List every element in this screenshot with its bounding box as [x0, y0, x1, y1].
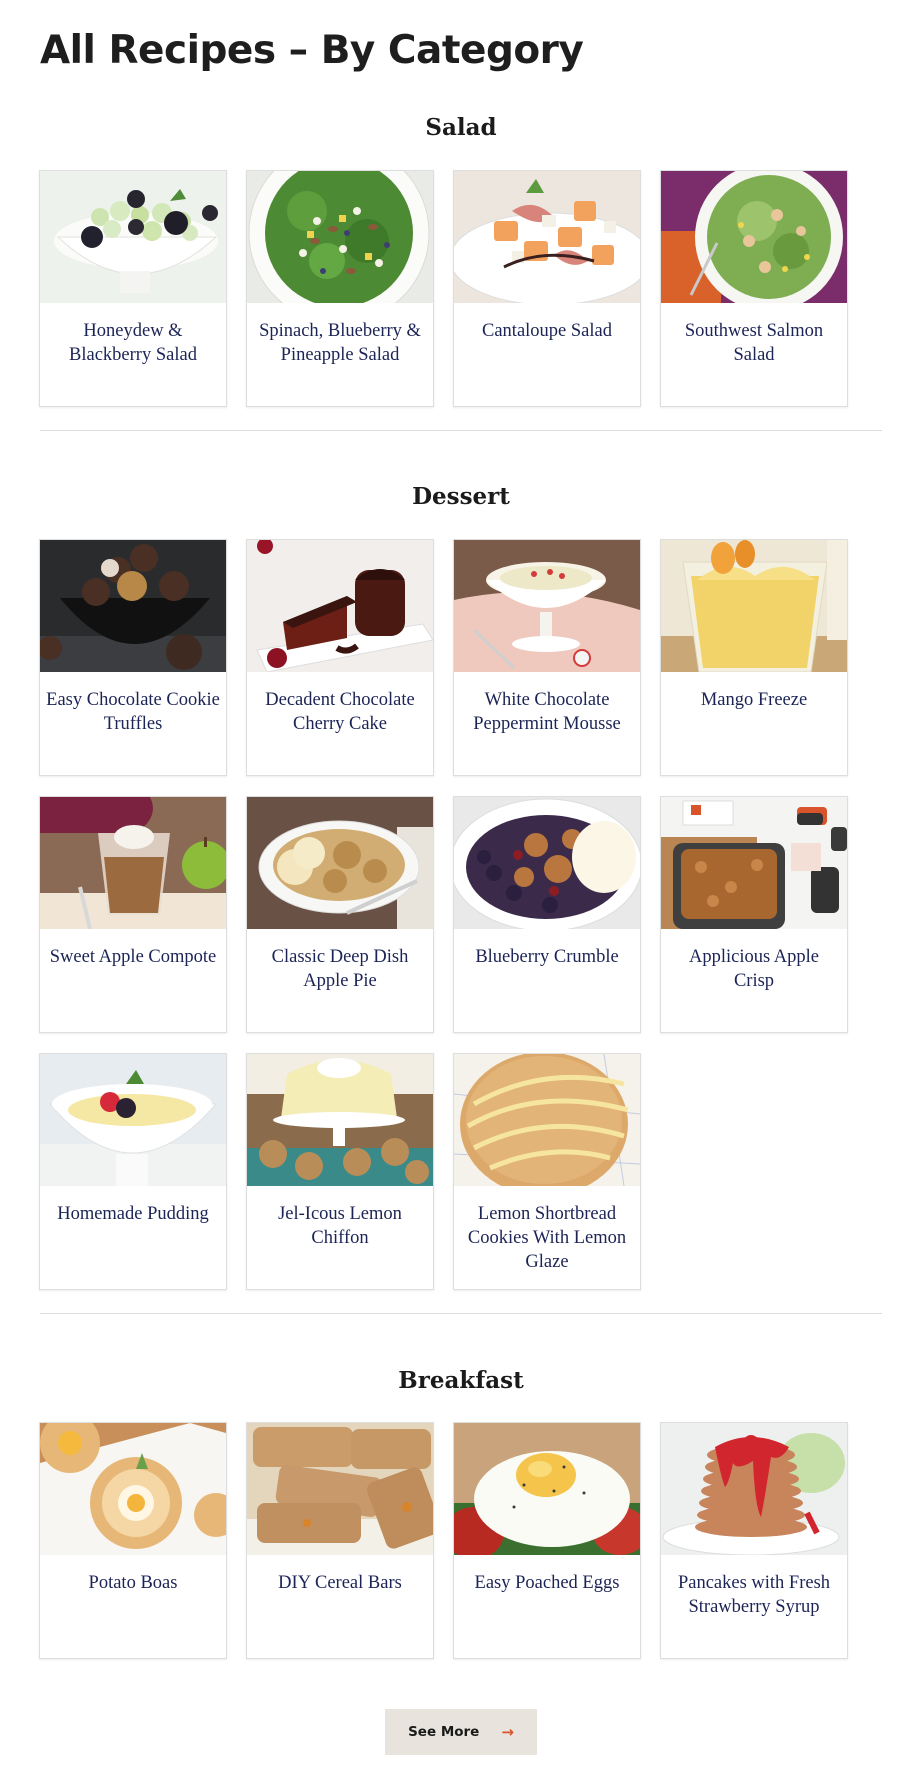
recipe-card-sweet-apple-compote[interactable]: Sweet Apple Compote: [39, 796, 227, 1033]
recipe-card-homemade-pudding[interactable]: Homemade Pudding: [39, 1053, 227, 1290]
page-title: All Recipes – By Category: [40, 28, 584, 73]
arrow-right-icon: →: [501, 1723, 514, 1741]
recipe-image: [247, 540, 433, 672]
recipe-image: [454, 1423, 640, 1555]
section-divider: [40, 430, 882, 431]
recipe-image: [40, 1054, 226, 1186]
recipe-image: [247, 171, 433, 303]
recipe-image: [40, 171, 226, 303]
section-heading-breakfast: Breakfast: [398, 1367, 524, 1394]
recipe-title: Blueberry Crumble: [475, 947, 619, 967]
recipe-card-jel-icous-lemon-chiffon[interactable]: Jel-Icous Lemon Chiffon: [246, 1053, 434, 1290]
recipe-card-blueberry-crumble[interactable]: Blueberry Crumble: [453, 796, 641, 1033]
recipe-title: Sweet Apple Compote: [49, 947, 217, 967]
section-heading-dessert: Dessert: [412, 483, 510, 510]
recipe-title: Lemon Shortbread Cookies With Lemon Glaz…: [467, 1204, 627, 1272]
see-more-label: See More: [408, 1724, 480, 1740]
recipe-card-cantaloupe-salad[interactable]: Cantaloupe Salad: [453, 170, 641, 407]
recipe-card-lemon-shortbread-cookies[interactable]: Lemon Shortbread Cookies With Lemon Glaz…: [453, 1053, 641, 1290]
recipe-title: Pancakes with Fresh Strawberry Syrup: [677, 1573, 831, 1617]
section-divider: [40, 1313, 882, 1314]
recipe-image: [454, 1054, 640, 1186]
recipe-title: Easy Chocolate Cookie Truffles: [46, 690, 220, 734]
recipe-card-mango-freeze[interactable]: Mango Freeze: [660, 539, 848, 776]
recipe-image: [454, 171, 640, 303]
recipe-card-classic-deep-dish-apple-pie[interactable]: Classic Deep Dish Apple Pie: [246, 796, 434, 1033]
recipe-image: [661, 540, 847, 672]
recipe-title: Mango Freeze: [700, 690, 808, 710]
recipe-image: [40, 1423, 226, 1555]
recipe-title: Cantaloupe Salad: [482, 321, 612, 341]
recipe-title: Decadent Chocolate Cherry Cake: [265, 690, 415, 734]
recipe-title: Potato Boas: [88, 1573, 178, 1593]
recipe-image: [454, 797, 640, 929]
recipe-card-pancakes-strawberry-syrup[interactable]: Pancakes with Fresh Strawberry Syrup: [660, 1422, 848, 1659]
recipe-image: [247, 1423, 433, 1555]
recipe-card-white-chocolate-peppermint-mousse[interactable]: White Chocolate Peppermint Mousse: [453, 539, 641, 776]
recipe-title: Classic Deep Dish Apple Pie: [271, 947, 409, 991]
recipe-image: [661, 1423, 847, 1555]
recipe-title: Honeydew & Blackberry Salad: [69, 321, 197, 365]
recipe-card-decadent-chocolate-cherry-cake[interactable]: Decadent Chocolate Cherry Cake: [246, 539, 434, 776]
recipe-image: [661, 797, 847, 929]
recipe-image: [454, 540, 640, 672]
see-more-button[interactable]: See More →: [385, 1709, 537, 1755]
recipe-card-diy-cereal-bars[interactable]: DIY Cereal Bars: [246, 1422, 434, 1659]
recipe-title: Homemade Pudding: [57, 1204, 209, 1224]
recipe-card-honeydew-blackberry-salad[interactable]: Honeydew & Blackberry Salad: [39, 170, 227, 407]
recipe-title: Applicious Apple Crisp: [688, 947, 819, 991]
recipe-image: [247, 797, 433, 929]
recipe-card-applicious-apple-crisp[interactable]: Applicious Apple Crisp: [660, 796, 848, 1033]
recipe-image: [661, 171, 847, 303]
recipe-title: White Chocolate Peppermint Mousse: [473, 690, 621, 734]
recipe-title: Jel-Icous Lemon Chiffon: [278, 1204, 402, 1248]
section-heading-salad: Salad: [425, 114, 497, 141]
recipe-image: [40, 540, 226, 672]
recipe-card-easy-poached-eggs[interactable]: Easy Poached Eggs: [453, 1422, 641, 1659]
recipe-title: Southwest Salmon Salad: [684, 321, 824, 365]
recipe-card-spinach-blueberry-pineapple-salad[interactable]: Spinach, Blueberry & Pineapple Salad: [246, 170, 434, 407]
recipe-image: [247, 1054, 433, 1186]
recipe-card-southwest-salmon-salad[interactable]: Southwest Salmon Salad: [660, 170, 848, 407]
recipe-title: Spinach, Blueberry & Pineapple Salad: [259, 321, 421, 365]
recipe-title: DIY Cereal Bars: [278, 1573, 402, 1593]
recipe-title: Easy Poached Eggs: [474, 1573, 620, 1593]
recipe-image: [40, 797, 226, 929]
recipe-card-potato-boas[interactable]: Potato Boas: [39, 1422, 227, 1659]
recipe-card-easy-chocolate-cookie-truffles[interactable]: Easy Chocolate Cookie Truffles: [39, 539, 227, 776]
